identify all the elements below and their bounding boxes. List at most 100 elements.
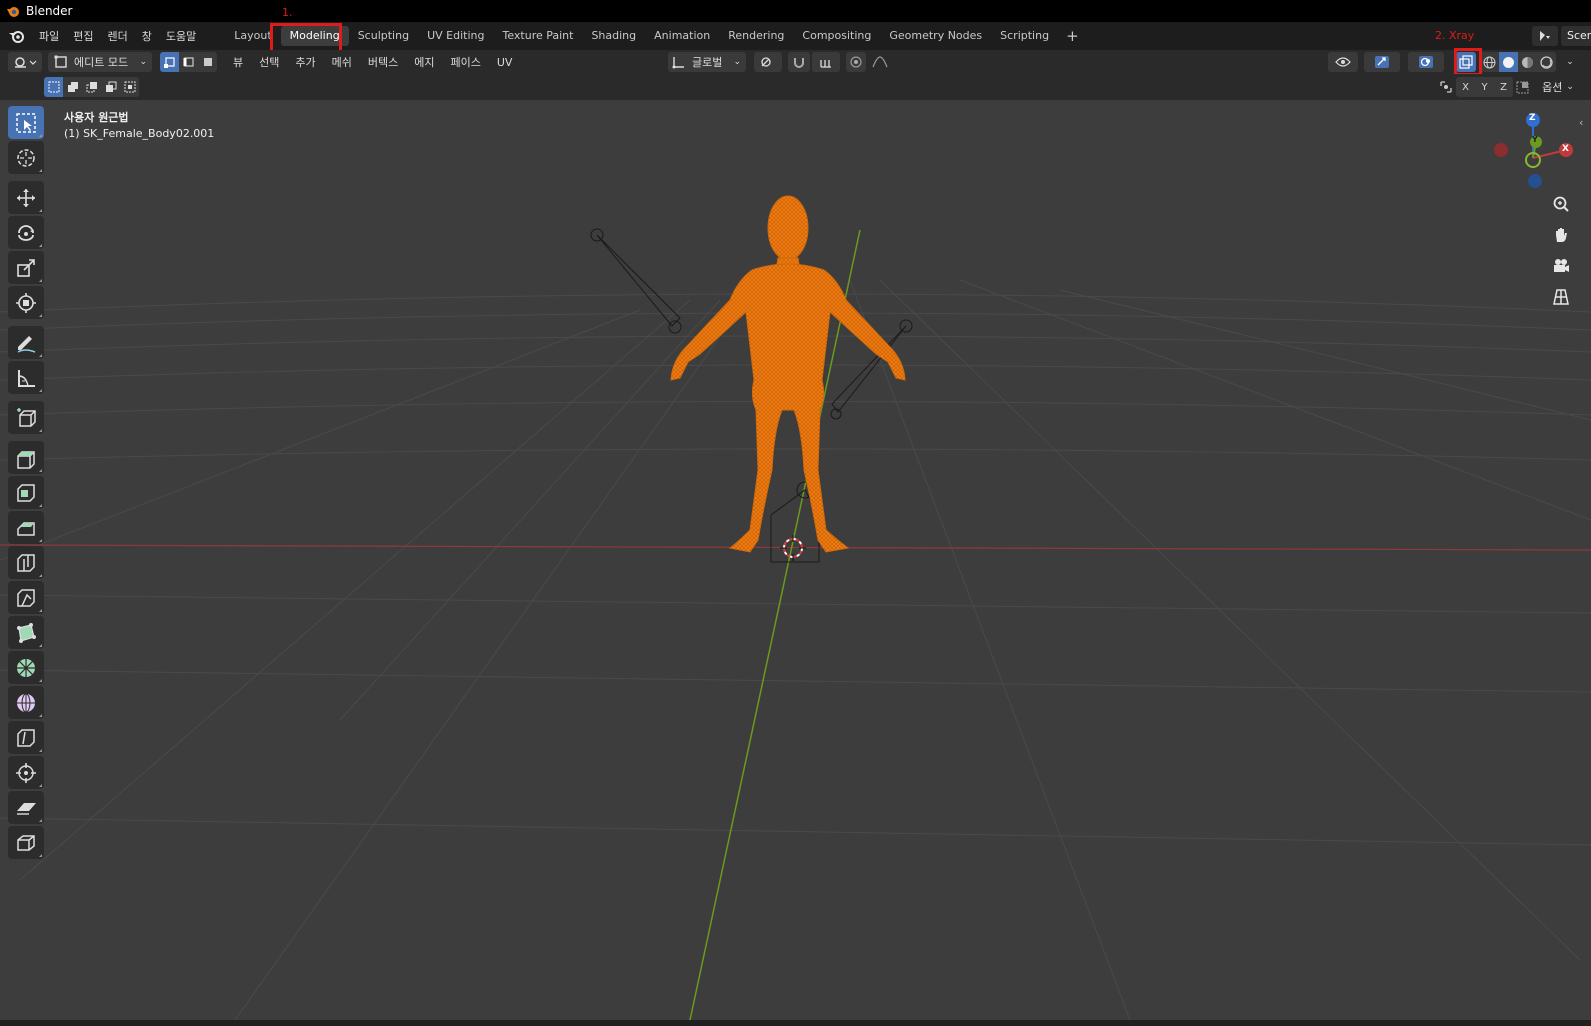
menu-add[interactable]: 추가 bbox=[287, 54, 323, 70]
select-difference-button[interactable] bbox=[101, 77, 120, 97]
menu-face[interactable]: 페이스 bbox=[443, 54, 489, 70]
face-select-button[interactable] bbox=[198, 52, 217, 72]
proportional-edit-button[interactable] bbox=[846, 52, 866, 72]
scene-name-field[interactable]: Scene bbox=[1561, 26, 1591, 46]
tab-rendering[interactable]: Rendering bbox=[719, 26, 793, 46]
proportional-falloff-dropdown[interactable] bbox=[868, 52, 892, 72]
tool-bevel[interactable] bbox=[8, 511, 44, 544]
tool-annotate[interactable] bbox=[8, 326, 44, 359]
overlays-toggle[interactable] bbox=[1408, 52, 1444, 72]
tool-shrink-fatten[interactable] bbox=[8, 756, 44, 789]
tool-scale[interactable] bbox=[8, 251, 44, 284]
scene-browse-button[interactable] bbox=[1532, 26, 1558, 46]
tool-select-box[interactable] bbox=[8, 106, 44, 139]
tool-cursor[interactable] bbox=[8, 141, 44, 174]
tool-transform[interactable] bbox=[8, 286, 44, 319]
blender-menu-icon[interactable] bbox=[8, 28, 26, 44]
tool-spin[interactable] bbox=[8, 651, 44, 684]
perspective-toggle-button[interactable] bbox=[1547, 283, 1575, 311]
mirror-options-icon[interactable] bbox=[1436, 78, 1456, 96]
merge-icon bbox=[1516, 81, 1528, 93]
tab-texture-paint[interactable]: Texture Paint bbox=[493, 26, 582, 46]
tool-add-cube[interactable] bbox=[8, 401, 44, 434]
tab-geometry-nodes[interactable]: Geometry Nodes bbox=[880, 26, 991, 46]
menu-vertex[interactable]: 버텍스 bbox=[360, 54, 406, 70]
rotate-icon bbox=[18, 224, 34, 241]
wireframe-shading-button[interactable] bbox=[1480, 52, 1499, 72]
poly-build-icon bbox=[17, 622, 36, 643]
menu-window[interactable]: 창 bbox=[135, 28, 159, 44]
transform-orientation-dropdown[interactable]: 글로벌 ⌄ bbox=[668, 52, 746, 72]
tab-sculpting[interactable]: Sculpting bbox=[349, 26, 418, 46]
auto-merge-button[interactable] bbox=[1512, 77, 1532, 97]
menu-select[interactable]: 선택 bbox=[251, 54, 287, 70]
tool-smooth[interactable] bbox=[8, 686, 44, 719]
tool-shear[interactable] bbox=[8, 791, 44, 824]
tool-rotate[interactable] bbox=[8, 216, 44, 249]
scene-selector: Scene bbox=[1532, 24, 1591, 48]
tab-scripting[interactable]: Scripting bbox=[991, 26, 1058, 46]
annotate-pencil-icon bbox=[17, 335, 36, 353]
tab-animation[interactable]: Animation bbox=[645, 26, 719, 46]
spin-icon bbox=[17, 658, 35, 677]
tool-extrude[interactable] bbox=[8, 441, 44, 474]
mirror-z-button[interactable]: Z bbox=[1494, 77, 1513, 97]
mode-dropdown[interactable]: 에디트 모드 ⌄ bbox=[48, 52, 152, 72]
magnet-icon bbox=[794, 58, 804, 68]
snap-toggle-button[interactable] bbox=[788, 52, 810, 72]
tool-knife[interactable] bbox=[8, 581, 44, 614]
orientation-icon bbox=[672, 57, 684, 69]
shading-options-dropdown[interactable]: ⌄ bbox=[1560, 52, 1580, 72]
tool-loop-cut[interactable] bbox=[8, 546, 44, 579]
edge-select-button[interactable] bbox=[179, 52, 198, 72]
solid-shading-button[interactable] bbox=[1499, 52, 1518, 72]
tool-move[interactable] bbox=[8, 181, 44, 214]
rendered-shading-button[interactable] bbox=[1537, 52, 1556, 72]
menu-file[interactable]: 파일 bbox=[32, 28, 66, 44]
tool-poly-build[interactable] bbox=[8, 616, 44, 649]
snap-grid-icon bbox=[820, 60, 831, 68]
mirror-y-button[interactable]: Y bbox=[1475, 77, 1494, 97]
snap-target-dropdown[interactable] bbox=[812, 52, 840, 72]
tab-compositing[interactable]: Compositing bbox=[793, 26, 880, 46]
add-workspace-button[interactable]: + bbox=[1058, 27, 1087, 45]
tab-shading[interactable]: Shading bbox=[582, 26, 645, 46]
options-dropdown[interactable]: 옵션 ⌄ bbox=[1538, 77, 1578, 97]
select-intersect-button[interactable] bbox=[120, 77, 139, 97]
menu-render[interactable]: 렌더 bbox=[101, 28, 135, 44]
pan-button[interactable] bbox=[1547, 221, 1575, 249]
bevel-icon bbox=[17, 521, 35, 536]
sidebar-toggle-icon[interactable]: ‹ bbox=[1579, 116, 1583, 129]
top-menu-bar: 파일 편집 렌더 창 도움말 Layout Modeling Sculpting… bbox=[0, 22, 1591, 50]
select-extend-button[interactable] bbox=[63, 77, 82, 97]
tool-rip-region[interactable] bbox=[8, 826, 44, 859]
3d-viewport[interactable]: 사용자 원근법 (1) SK_Female_Body02.001 Z Y X bbox=[0, 100, 1591, 1020]
zoom-button[interactable] bbox=[1547, 190, 1575, 218]
material-shading-button[interactable] bbox=[1518, 52, 1537, 72]
menu-help[interactable]: 도움말 bbox=[159, 28, 203, 44]
edit-mode-icon bbox=[54, 55, 67, 68]
menu-uv[interactable]: UV bbox=[489, 56, 521, 69]
pivot-point-button[interactable] bbox=[754, 52, 782, 72]
vertex-select-button[interactable] bbox=[160, 52, 179, 72]
chevron-down-icon: ⌄ bbox=[733, 57, 741, 67]
rip-region-icon bbox=[17, 834, 35, 851]
menu-mesh[interactable]: 메쉬 bbox=[324, 54, 360, 70]
tool-inset[interactable] bbox=[8, 476, 44, 509]
mirror-x-button[interactable]: X bbox=[1456, 77, 1475, 97]
tool-edge-slide[interactable] bbox=[8, 721, 44, 754]
menu-edit[interactable]: 편집 bbox=[66, 28, 100, 44]
gizmo-toggle[interactable] bbox=[1364, 52, 1400, 72]
mirror-axis-group: X Y Z bbox=[1456, 77, 1513, 97]
select-subtract-button[interactable] bbox=[82, 77, 101, 97]
visibility-dropdown[interactable] bbox=[1328, 52, 1358, 72]
camera-view-button[interactable] bbox=[1547, 252, 1575, 280]
editor-type-button[interactable] bbox=[8, 52, 42, 72]
tab-uv-editing[interactable]: UV Editing bbox=[418, 26, 493, 46]
menu-edge[interactable]: 에지 bbox=[406, 54, 442, 70]
select-new-button[interactable] bbox=[44, 77, 63, 97]
mirror-icon bbox=[1440, 81, 1452, 93]
menu-view[interactable]: 뷰 bbox=[225, 54, 251, 70]
tool-measure[interactable] bbox=[8, 361, 44, 394]
shrink-fatten-icon bbox=[16, 762, 36, 783]
